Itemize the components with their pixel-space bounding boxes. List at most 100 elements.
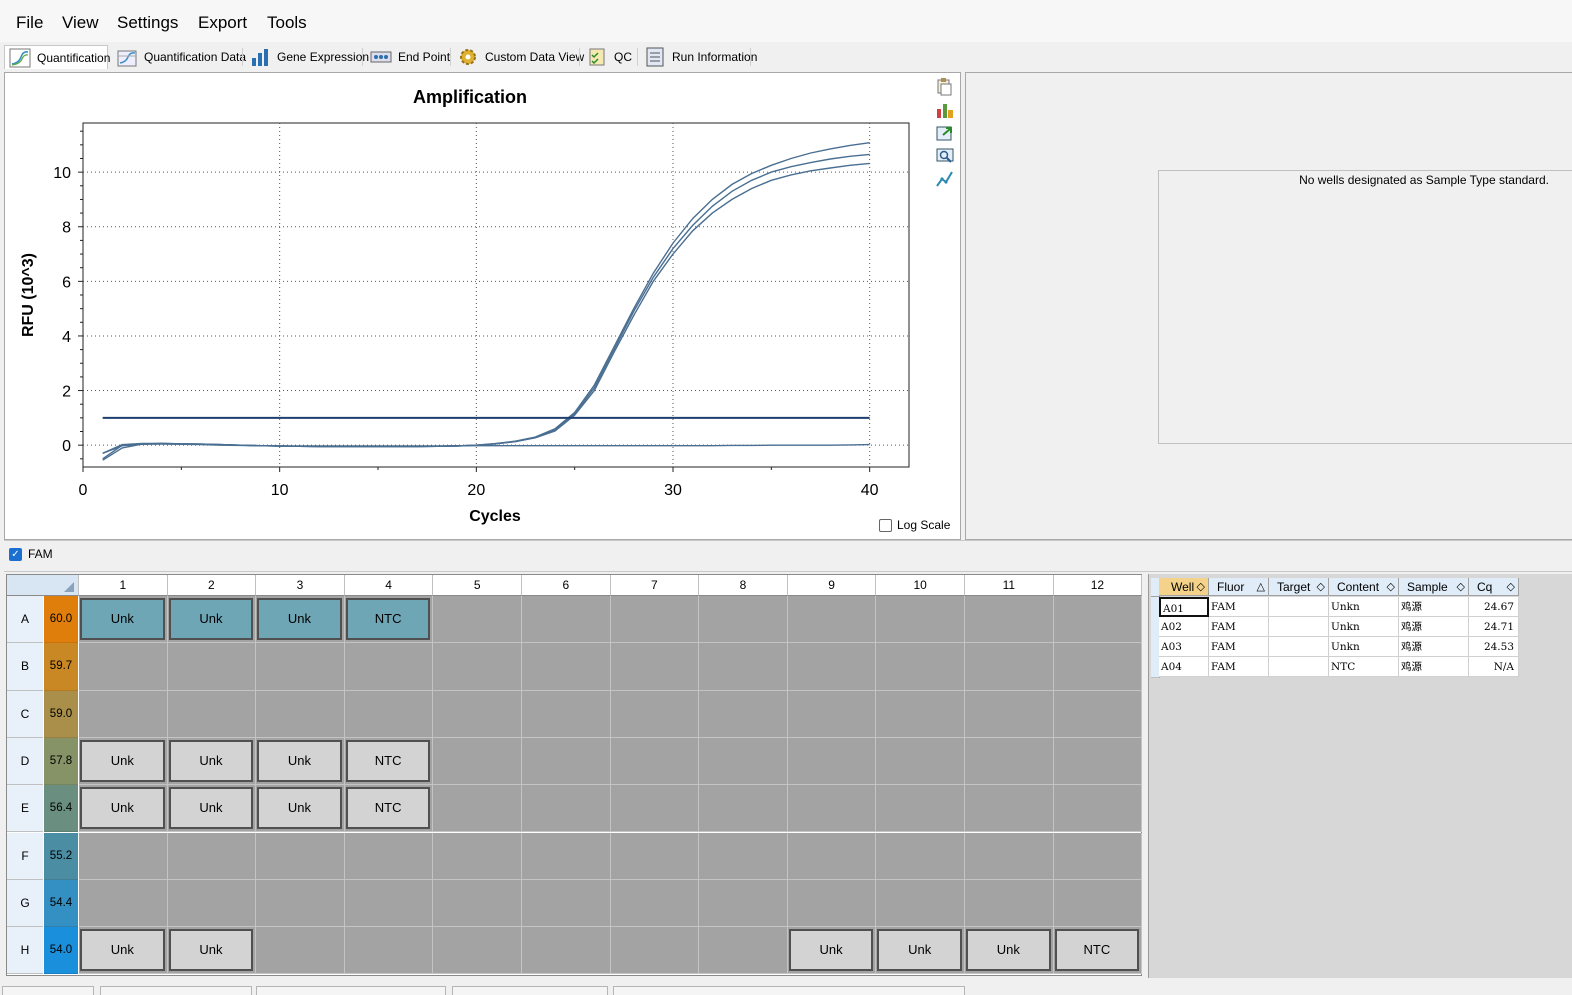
plate-well-g1[interactable] bbox=[79, 879, 168, 928]
plate-well-e10[interactable] bbox=[876, 785, 965, 833]
plate-well-d3[interactable]: Unk bbox=[256, 737, 345, 786]
plate-well-d11[interactable] bbox=[965, 737, 1054, 786]
plate-well-d4[interactable]: NTC bbox=[344, 737, 434, 786]
plate-well-b12[interactable] bbox=[1053, 643, 1143, 691]
plate-well-d8[interactable] bbox=[699, 737, 788, 786]
plate-well-h3[interactable] bbox=[256, 927, 345, 975]
plate-well-a8[interactable] bbox=[699, 596, 788, 644]
table-cell-well[interactable]: A01 bbox=[1159, 597, 1209, 617]
plate-well-a11[interactable] bbox=[965, 596, 1054, 644]
plate-well-c3[interactable] bbox=[256, 690, 345, 738]
plate-row-header-c[interactable]: C bbox=[7, 690, 43, 738]
well-content[interactable]: Unk bbox=[877, 929, 962, 972]
plate-well-a9[interactable] bbox=[787, 596, 877, 644]
plate-well-d5[interactable] bbox=[433, 737, 522, 786]
plate-row-header-g[interactable]: G bbox=[7, 879, 43, 928]
plate-well-f2[interactable] bbox=[167, 832, 257, 880]
log-scale-toggle[interactable]: Log Scale bbox=[879, 518, 950, 532]
sort-icon[interactable]: ◇ bbox=[1197, 578, 1205, 596]
table-cell-fluor[interactable]: FAM bbox=[1209, 637, 1269, 657]
plate-corner[interactable] bbox=[7, 575, 79, 596]
plate-well-c9[interactable] bbox=[787, 690, 877, 738]
plate-well-b7[interactable] bbox=[610, 643, 700, 691]
plate-well-g9[interactable] bbox=[787, 879, 877, 928]
plate-well-g7[interactable] bbox=[610, 879, 700, 928]
column-header-fluor[interactable]: Fluor △ bbox=[1209, 578, 1269, 596]
plate-column-header-6[interactable]: 6 bbox=[522, 575, 611, 596]
plate-well-a5[interactable] bbox=[433, 596, 522, 644]
plate-column-header-3[interactable]: 3 bbox=[256, 575, 345, 596]
plate-well-f6[interactable] bbox=[522, 832, 611, 880]
column-header-cq[interactable]: Cq ◇ bbox=[1469, 578, 1519, 596]
plate-well-a12[interactable] bbox=[1053, 596, 1143, 644]
plate-well-g12[interactable] bbox=[1053, 879, 1143, 928]
plate-row-header-a[interactable]: A bbox=[7, 596, 43, 644]
well-content[interactable]: Unk bbox=[80, 739, 165, 783]
amplification-chart[interactable]: Amplification 0 10 20 30 40 0 2 4 6 8 10 Cycles RFU (… bbox=[5, 73, 960, 539]
plate-well-a7[interactable] bbox=[610, 596, 700, 644]
menu-tools[interactable]: Tools bbox=[267, 13, 307, 33]
plate-well-d9[interactable] bbox=[787, 737, 877, 786]
table-cell-target[interactable] bbox=[1269, 657, 1329, 677]
plate-column-header-7[interactable]: 7 bbox=[610, 575, 700, 596]
table-cell-target[interactable] bbox=[1269, 597, 1329, 617]
plate-well-f9[interactable] bbox=[787, 832, 877, 880]
plate-well-e12[interactable] bbox=[1053, 785, 1143, 833]
plate-well-e5[interactable] bbox=[433, 785, 522, 833]
plate-well-b11[interactable] bbox=[965, 643, 1054, 691]
plate-well-b9[interactable] bbox=[787, 643, 877, 691]
plate-well-g4[interactable] bbox=[344, 879, 434, 928]
table-cell-content[interactable]: Unkn bbox=[1329, 617, 1399, 637]
well-content[interactable]: Unk bbox=[168, 787, 254, 830]
plate-well-e1[interactable]: Unk bbox=[79, 785, 168, 833]
plate-well-f10[interactable] bbox=[876, 832, 965, 880]
plate-well-f8[interactable] bbox=[699, 832, 788, 880]
sort-icon[interactable]: ◇ bbox=[1457, 578, 1465, 596]
plate-well-g5[interactable] bbox=[433, 879, 522, 928]
column-header-target[interactable]: Target ◇ bbox=[1269, 578, 1329, 596]
curve-tool-icon[interactable] bbox=[935, 169, 955, 189]
select-all-corner[interactable] bbox=[7, 575, 78, 595]
plate-column-header-2[interactable]: 2 bbox=[167, 575, 257, 596]
plate-well-c7[interactable] bbox=[610, 690, 700, 738]
tab-qc[interactable]: QC bbox=[582, 45, 638, 69]
plate-well-e3[interactable]: Unk bbox=[256, 785, 345, 833]
plate-well-g2[interactable] bbox=[167, 879, 257, 928]
table-cell-target[interactable] bbox=[1269, 637, 1329, 657]
column-header-content[interactable]: Content ◇ bbox=[1329, 578, 1399, 596]
table-cell-cq[interactable]: N/A bbox=[1469, 657, 1519, 677]
well-content[interactable]: Unk bbox=[966, 929, 1051, 972]
plate-well-g10[interactable] bbox=[876, 879, 965, 928]
well-content[interactable]: Unk bbox=[80, 598, 165, 641]
plate-row-header-h[interactable]: H bbox=[7, 927, 43, 975]
sort-icon[interactable]: ◇ bbox=[1507, 578, 1515, 596]
table-cell-content[interactable]: Unkn bbox=[1329, 597, 1399, 617]
plate-well-b6[interactable] bbox=[522, 643, 611, 691]
fam-checkbox[interactable]: ✓ bbox=[9, 547, 22, 561]
plate-well-h7[interactable] bbox=[610, 927, 700, 975]
plate-well-b8[interactable] bbox=[699, 643, 788, 691]
zoom-icon[interactable] bbox=[935, 146, 955, 166]
plate-column-header-10[interactable]: 10 bbox=[876, 575, 965, 596]
tab-run-information[interactable]: Run Information bbox=[640, 45, 763, 69]
plate-well-h1[interactable]: Unk bbox=[79, 927, 168, 975]
plate-well-f1[interactable] bbox=[79, 832, 168, 880]
tab-end-point[interactable]: End Point bbox=[366, 45, 456, 69]
plate-well-h5[interactable] bbox=[433, 927, 522, 975]
well-content[interactable]: Unk bbox=[257, 787, 342, 830]
plate-well-d10[interactable] bbox=[876, 737, 965, 786]
plate-well-h4[interactable] bbox=[344, 927, 434, 975]
sort-icon[interactable]: ◇ bbox=[1387, 578, 1395, 596]
plate-column-header-8[interactable]: 8 bbox=[699, 575, 788, 596]
plate-well-a4[interactable]: NTC bbox=[344, 596, 434, 644]
plate-well-a1[interactable]: Unk bbox=[79, 596, 168, 644]
plate-well-f7[interactable] bbox=[610, 832, 700, 880]
plate-well-h8[interactable] bbox=[699, 927, 788, 975]
plate-row-header-f[interactable]: F bbox=[7, 832, 43, 880]
plate-well-a6[interactable] bbox=[522, 596, 611, 644]
menu-settings[interactable]: Settings bbox=[117, 13, 178, 33]
plate-column-header-11[interactable]: 11 bbox=[965, 575, 1054, 596]
table-cell-cq[interactable]: 24.71 bbox=[1469, 617, 1519, 637]
column-header-sample[interactable]: Sample ◇ bbox=[1399, 578, 1469, 596]
plate-well-c1[interactable] bbox=[79, 690, 168, 738]
